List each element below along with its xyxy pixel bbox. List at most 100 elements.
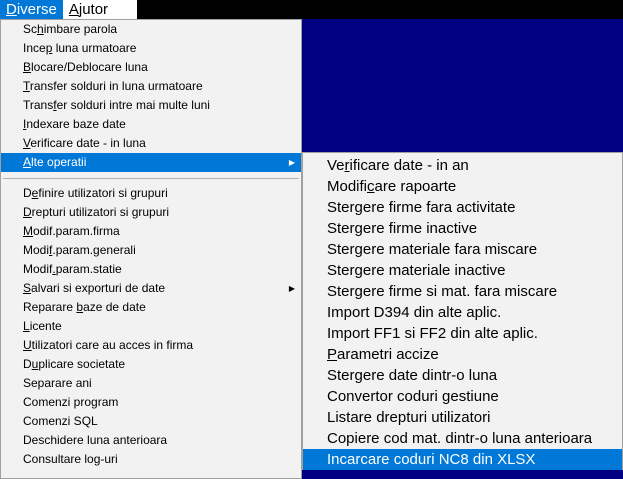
menu-item[interactable]: Indexare baze date: [1, 115, 301, 134]
menu-item-label: Ve: [327, 157, 345, 174]
menu-item-label-rest: alvari si exporturi de date: [31, 281, 166, 295]
menu-item[interactable]: Copiere cod mat. dintr-o luna anterioara: [303, 428, 622, 449]
menu-item-mnemonic: D: [23, 205, 32, 219]
menu-item-label: Stergere firme si mat. fara miscare: [327, 283, 558, 300]
menu-item[interactable]: Licente: [1, 317, 301, 336]
menu-item[interactable]: Listare drepturi utilizatori: [303, 407, 622, 428]
menu-item-label-rest: repturi utilizatori si grupuri: [31, 205, 170, 219]
menu-item-label: Stergere materiale fara miscare: [327, 241, 538, 258]
alte-operatii-submenu: Verificare date - in an Modificare rapoar…: [302, 152, 623, 470]
menu-item-mnemonic: B: [23, 60, 32, 74]
menu-item-label: Import D394 din alte aplic.: [327, 304, 502, 321]
menu-item-label: Stergere date dintr-o luna: [327, 367, 498, 384]
menu-item-label-rest: tilizatori care au acces in firma: [31, 338, 194, 352]
menu-item[interactable]: Stergere firme fara activitate: [303, 197, 622, 218]
menu-item[interactable]: Verificare date - in an: [303, 155, 622, 176]
menu-item-label: Deschidere luna anterioara: [23, 433, 168, 447]
menu-item-label-rest: plicare societate: [38, 357, 126, 371]
menu-item-label: Modifi: [327, 178, 368, 195]
submenu-arrow-icon: ▶: [288, 158, 295, 167]
menu-bar: Diverse Ajutor: [0, 0, 137, 19]
menu-item-label-rest: are rapoarte: [374, 178, 457, 195]
menu-item[interactable]: Stergere firme inactive: [303, 218, 622, 239]
menu-item-mnemonic: T: [23, 79, 30, 93]
menu-item[interactable]: Incarcare coduri NC8 din XLSX: [303, 449, 622, 470]
menu-item-label-rest: aze de date: [83, 300, 146, 314]
menu-item[interactable]: Stergere date dintr-o luna: [303, 365, 622, 386]
menu-item[interactable]: Transfer solduri in luna urmatoare: [1, 77, 301, 96]
menu-item-label: Consultare log-uri: [23, 452, 118, 466]
menu-item-label-rest: imbare parola: [43, 22, 118, 36]
menu-item[interactable]: Stergere materiale fara miscare: [303, 239, 622, 260]
menu-ajutor[interactable]: Ajutor: [63, 0, 114, 19]
menu-item-mnemonic: U: [23, 338, 32, 352]
menu-item[interactable]: Consultare log-uri: [1, 450, 301, 469]
menu-item[interactable]: Convertor coduri gestiune: [303, 386, 622, 407]
menu-item-label-rest: erificare date - in luna: [30, 136, 146, 150]
menu-item-label: Modif: [23, 262, 53, 276]
menu-item-label-rest: arametri accize: [337, 346, 439, 363]
menu-item[interactable]: Alte operatii ▶: [1, 153, 301, 172]
menu-item[interactable]: Comenzi program: [1, 393, 301, 412]
menu-item[interactable]: Transfer solduri intre mai multe luni: [1, 96, 301, 115]
menu-item-label: D: [23, 186, 32, 200]
menu-item-label-rest: finire utilizatori si grupuri: [38, 186, 168, 200]
menu-item[interactable]: Utilizatori care au acces in firma: [1, 336, 301, 355]
menu-item[interactable]: Deschidere luna anterioara: [1, 431, 301, 450]
menu-item-label: Separare ani: [23, 376, 92, 390]
menu-item[interactable]: Modif.param.firma: [1, 222, 301, 241]
menu-item[interactable]: Verificare date - in luna: [1, 134, 301, 153]
menu-item-label: Convertor coduri gestiune: [327, 388, 499, 405]
menu-item-label: D: [23, 357, 32, 371]
menu-item[interactable]: Stergere firme si mat. fara miscare: [303, 281, 622, 302]
menu-item-mnemonic: A: [23, 155, 32, 169]
menu-item-label-rest: ndexare baze date: [26, 117, 126, 131]
menu-item[interactable]: Modif.param.generali: [1, 241, 301, 260]
menu-item[interactable]: Modificare rapoarte: [303, 176, 622, 197]
menu-diverse[interactable]: Diverse: [0, 0, 63, 19]
menu-separator: [3, 178, 299, 179]
menu-item[interactable]: Definire utilizatori si grupuri: [1, 184, 301, 203]
menu-item[interactable]: Salvari si exporturi de date ▶: [1, 279, 301, 298]
menu-item-label-rest: ificare date - in an: [349, 157, 469, 174]
menu-item[interactable]: Parametri accize: [303, 344, 622, 365]
menu-item[interactable]: Blocare/Deblocare luna: [1, 58, 301, 77]
menu-item[interactable]: Import FF1 si FF2 din alte aplic.: [303, 323, 622, 344]
menu-item[interactable]: Duplicare societate: [1, 355, 301, 374]
menu-item-mnemonic: L: [23, 319, 30, 333]
menu-item-label: Copiere cod mat. dintr-o luna anterioara: [327, 430, 593, 447]
menu-item-mnemonic: M: [23, 224, 33, 238]
menu-item[interactable]: Comenzi SQL: [1, 412, 301, 431]
menu-item[interactable]: Import D394 din alte aplic.: [303, 302, 622, 323]
menu-item[interactable]: Modif.param.statie: [1, 260, 301, 279]
menu-item-label: Stergere firme inactive: [327, 220, 478, 237]
menu-item-label: Import FF1 si FF2 din alte aplic.: [327, 325, 538, 342]
menu-group-1: Schimbare parola Incep luna urmatoare Bloc…: [1, 20, 301, 172]
menu-item[interactable]: Stergere materiale inactive: [303, 260, 622, 281]
menu-item[interactable]: Schimbare parola: [1, 20, 301, 39]
menu-item-label-rest: lte operatii: [31, 155, 87, 169]
menu-item-label: Reparare: [23, 300, 77, 314]
menu-item-label-rest: ransfer solduri in luna urmatoare: [29, 79, 203, 93]
menu-item-label-rest: .param.generali: [52, 243, 136, 257]
menu-item-label-rest: locare/Deblocare luna: [31, 60, 148, 74]
menu-item-label-rest: luna urmatoare: [52, 41, 137, 55]
menu-item[interactable]: Drepturi utilizatori si grupuri: [1, 203, 301, 222]
menu-item-mnemonic: P: [327, 346, 338, 363]
menu-item-label: Sc: [23, 22, 38, 36]
menu-item-mnemonic: c: [367, 178, 375, 195]
submenu-arrow-icon: ▶: [288, 284, 295, 293]
menu-item[interactable]: Reparare baze de date: [1, 298, 301, 317]
menu-item-label-rest: icente: [29, 319, 62, 333]
menu-item-label: Modi: [23, 243, 50, 257]
menu-group-2: Definire utilizatori si grupuri Drepturi …: [1, 184, 301, 469]
menu-item-label: Comenzi SQL: [23, 414, 98, 428]
menu-item[interactable]: Separare ani: [1, 374, 301, 393]
menu-item-label: Listare drepturi utilizatori: [327, 409, 491, 426]
menu-item[interactable]: Incep luna urmatoare: [1, 39, 301, 58]
menu-item-label: Stergere firme fara activitate: [327, 199, 516, 216]
menu-item-label-rest: param.statie: [55, 262, 122, 276]
menu-item-label-rest: er solduri intre mai multe luni: [56, 98, 210, 112]
menu-item-mnemonic: S: [23, 281, 32, 295]
menu-item-label-rest: odif.param.firma: [33, 224, 120, 238]
